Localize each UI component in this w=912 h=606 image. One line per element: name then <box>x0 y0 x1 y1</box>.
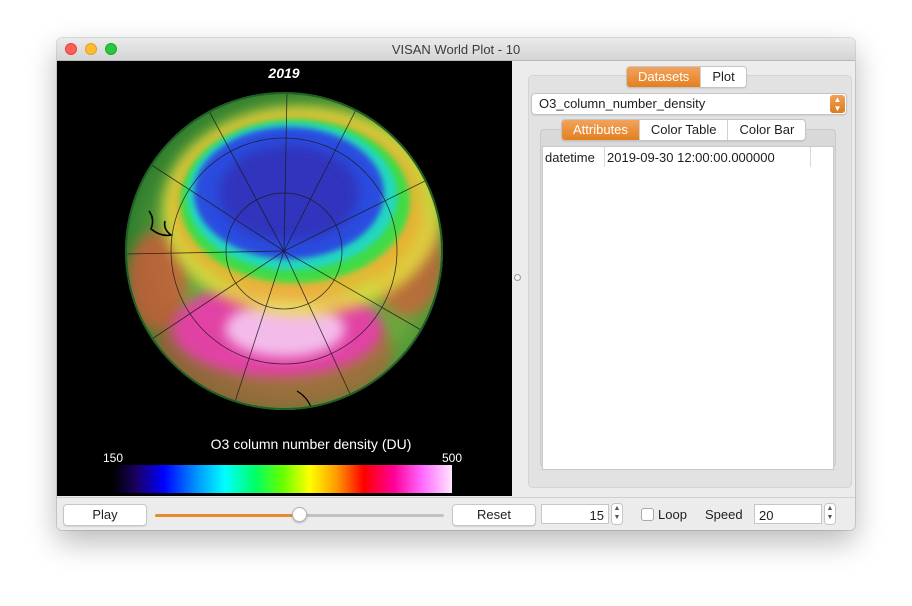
loop-label: Loop <box>658 507 687 522</box>
world-plot-canvas[interactable]: 2019 O3 column number density (DU) 150 5… <box>57 61 512 496</box>
detail-tabs: Attributes Color Table Color Bar <box>561 119 807 141</box>
attribute-value: 2019-09-30 12:00:00.000000 <box>607 150 775 165</box>
speed-label: Speed <box>705 507 743 522</box>
year-label: 2019 <box>267 65 299 81</box>
frame-spinbox[interactable]: 15 <box>541 504 609 524</box>
frame-value: 15 <box>589 508 604 523</box>
frame-stepper[interactable]: ▲ ▼ <box>611 503 623 525</box>
tab-color-bar[interactable]: Color Bar <box>727 120 805 140</box>
frame-slider-knob[interactable] <box>292 507 307 522</box>
column-divider <box>604 147 605 167</box>
play-button[interactable]: Play <box>63 504 147 526</box>
main-tabs: Datasets Plot <box>626 66 747 88</box>
splitter-handle[interactable] <box>514 274 521 281</box>
attribute-name: datetime <box>545 150 595 165</box>
colorbar <box>113 465 452 493</box>
speed-spinbox[interactable]: 20 <box>754 504 822 524</box>
colorbar-title: O3 column number density (DU) <box>211 436 412 452</box>
playback-bar: Play Reset 15 ▲ ▼ Loop Speed 20 ▲ ▼ <box>57 497 855 530</box>
tab-color-table[interactable]: Color Table <box>638 120 728 140</box>
colorbar-max-label: 500 <box>442 451 462 465</box>
dataset-select[interactable]: O3_column_number_density ▲ ▼ <box>531 93 847 115</box>
attributes-table[interactable]: datetime 2019-09-30 12:00:00.000000 <box>542 146 834 470</box>
speed-value: 20 <box>759 508 774 523</box>
slider-fill <box>155 514 299 517</box>
table-row[interactable]: datetime 2019-09-30 12:00:00.000000 <box>543 147 833 167</box>
dataset-select-value: O3_column_number_density <box>539 96 706 111</box>
window-title: VISAN World Plot - 10 <box>391 42 521 57</box>
tab-datasets[interactable]: Datasets <box>627 67 701 87</box>
column-divider <box>810 147 811 167</box>
slider-track <box>299 514 444 517</box>
tab-attributes[interactable]: Attributes <box>562 120 639 140</box>
loop-checkbox[interactable] <box>641 508 654 521</box>
speed-stepper[interactable]: ▲ ▼ <box>824 503 836 525</box>
tab-plot[interactable]: Plot <box>700 67 745 87</box>
visan-world-plot-window: VISAN World Plot - 10 2019 O3 column num… <box>57 38 855 530</box>
updown-arrows-icon: ▲ ▼ <box>830 95 845 113</box>
reset-button[interactable]: Reset <box>452 504 536 526</box>
colorbar-min-label: 150 <box>103 451 123 465</box>
title-bar: VISAN World Plot - 10 <box>57 38 855 61</box>
